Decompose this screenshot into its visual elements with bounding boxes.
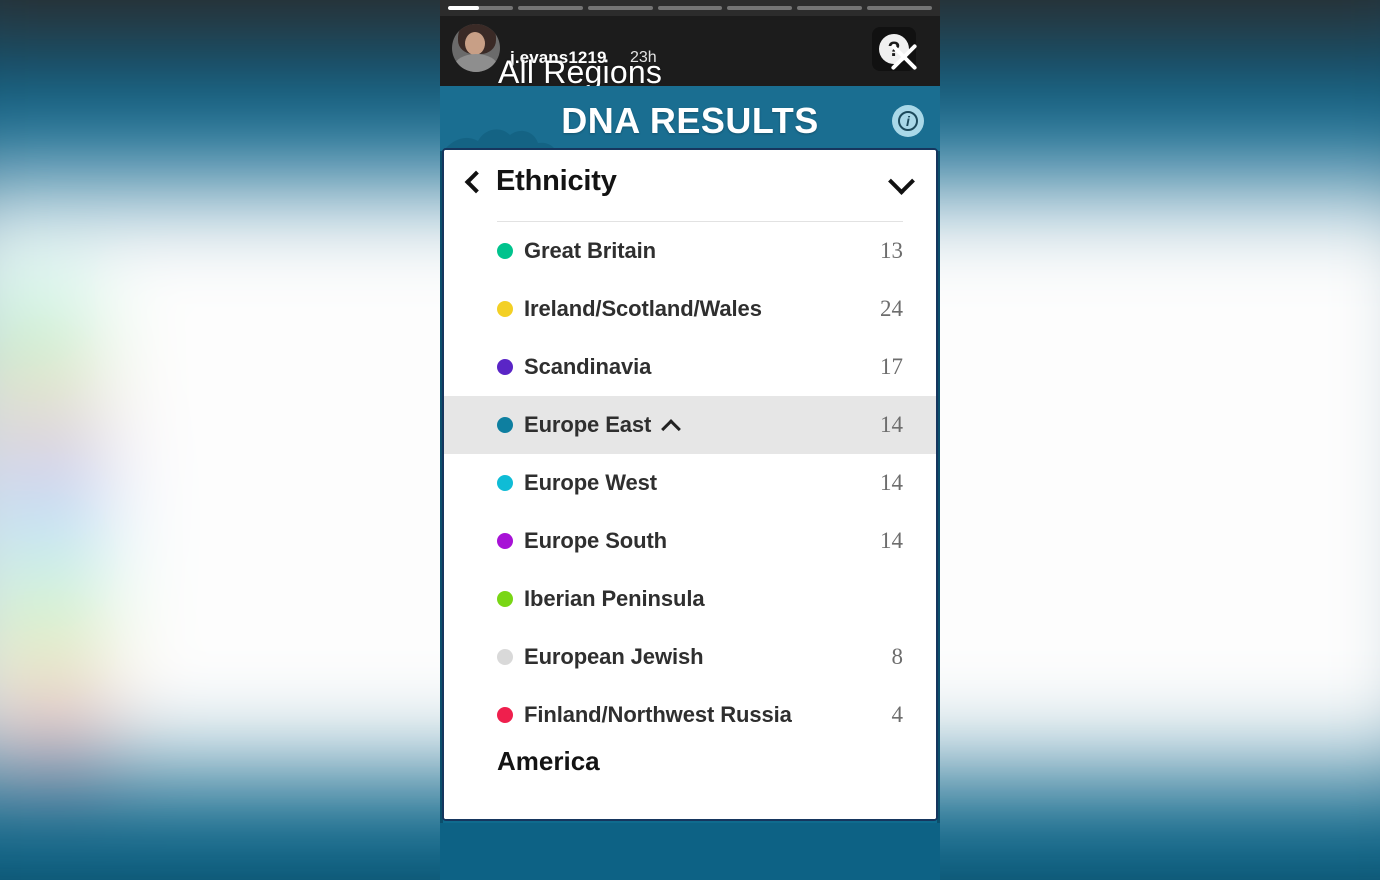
region-label: Iberian Peninsula: [524, 586, 705, 611]
region-value: 8: [891, 644, 904, 669]
region-value: 14: [880, 528, 903, 553]
story-progress-fill: [448, 6, 480, 10]
ethnicity-card: Ethnicity Europe Great Britain 13 Ireland/…: [442, 148, 938, 821]
region-label: Finland/Northwest Russia: [524, 702, 792, 727]
chevron-up-icon[interactable]: [661, 416, 679, 434]
story-progress-segment[interactable]: [517, 6, 583, 10]
region-row[interactable]: Ireland/Scotland/Wales 24: [444, 280, 936, 338]
story-progress-bar[interactable]: [440, 0, 940, 16]
story-progress-segment[interactable]: [587, 6, 653, 10]
bottom-teal-band: [440, 823, 940, 880]
background-smudge-red: [12, 686, 91, 765]
region-color-dot: [497, 707, 513, 723]
region-value: 13: [880, 238, 903, 263]
region-label: Ireland/Scotland/Wales: [524, 296, 762, 321]
story-viewport: j.evans1219 23h All Regions ? DNA RESULT…: [440, 0, 940, 880]
group-header-europe: Europe: [444, 212, 936, 221]
story-progress-segment[interactable]: [797, 6, 863, 10]
background-smudge-purple: [6, 417, 86, 496]
region-value: 17: [880, 354, 903, 379]
region-color-dot: [497, 243, 513, 259]
region-color-dot: [497, 359, 513, 375]
region-row[interactable]: Great Britain 13: [444, 222, 936, 280]
region-color-dot: [497, 417, 513, 433]
region-label: Great Britain: [524, 238, 656, 263]
card-header: Ethnicity: [444, 150, 936, 212]
chevron-left-icon[interactable]: [462, 170, 484, 192]
region-row[interactable]: Europe South 14: [444, 512, 936, 570]
region-value: 4: [891, 702, 904, 727]
background-smudge-cyan: [6, 501, 86, 580]
region-list: Europe Great Britain 13 Ireland/Scotland/W…: [444, 212, 936, 785]
screenshot-stage: j.evans1219 23h All Regions ? DNA RESULT…: [0, 0, 1380, 880]
region-color-dot: [497, 649, 513, 665]
story-progress-segment[interactable]: [867, 6, 933, 10]
close-icon[interactable]: [887, 40, 921, 74]
chevron-down-icon[interactable]: [888, 168, 914, 194]
avatar[interactable]: [452, 24, 500, 72]
region-row[interactable]: Europe West 14: [444, 454, 936, 512]
region-label: Scandinavia: [524, 354, 652, 379]
story-progress-segment[interactable]: [448, 6, 513, 10]
story-username[interactable]: j.evans1219: [510, 48, 607, 68]
region-row[interactable]: Europe East 14: [444, 396, 936, 454]
region-label: Europe East: [524, 412, 652, 437]
background-smudge-lime: [6, 596, 86, 676]
info-icon-glyph: i: [898, 111, 918, 131]
region-row[interactable]: Iberian Peninsula: [444, 570, 936, 628]
dna-results-banner: DNA RESULTS i: [440, 86, 940, 151]
region-color-dot: [497, 301, 513, 317]
avatar-face: [465, 32, 485, 55]
group-header-america: America: [497, 746, 600, 776]
story-progress-segment[interactable]: [657, 6, 723, 10]
region-label: Europe West: [524, 470, 657, 495]
region-list-scroll[interactable]: Europe Great Britain 13 Ireland/Scotland/W…: [444, 212, 936, 819]
region-row[interactable]: European Jewish 8: [444, 628, 936, 686]
region-value: 14: [880, 470, 903, 495]
region-value: 14: [880, 412, 903, 437]
region-color-dot: [497, 591, 513, 607]
region-color-dot: [497, 533, 513, 549]
card-title: Ethnicity: [496, 164, 617, 197]
region-label: Europe South: [524, 528, 668, 553]
region-row[interactable]: Scandinavia 17: [444, 338, 936, 396]
info-icon[interactable]: i: [892, 105, 924, 137]
avatar-body: [454, 54, 498, 72]
region-color-dot: [497, 475, 513, 491]
story-top-bar: j.evans1219 23h All Regions ?: [440, 16, 940, 90]
story-progress-segment[interactable]: [727, 6, 793, 10]
region-row[interactable]: Finland/Northwest Russia 4: [444, 686, 936, 744]
region-label: European Jewish: [524, 644, 704, 669]
region-rows: Great Britain 13 Ireland/Scotland/Wales 24 S…: [444, 222, 936, 744]
page-title: DNA RESULTS: [561, 100, 819, 141]
region-value: 24: [880, 296, 903, 321]
story-timestamp: 23h: [630, 49, 657, 66]
